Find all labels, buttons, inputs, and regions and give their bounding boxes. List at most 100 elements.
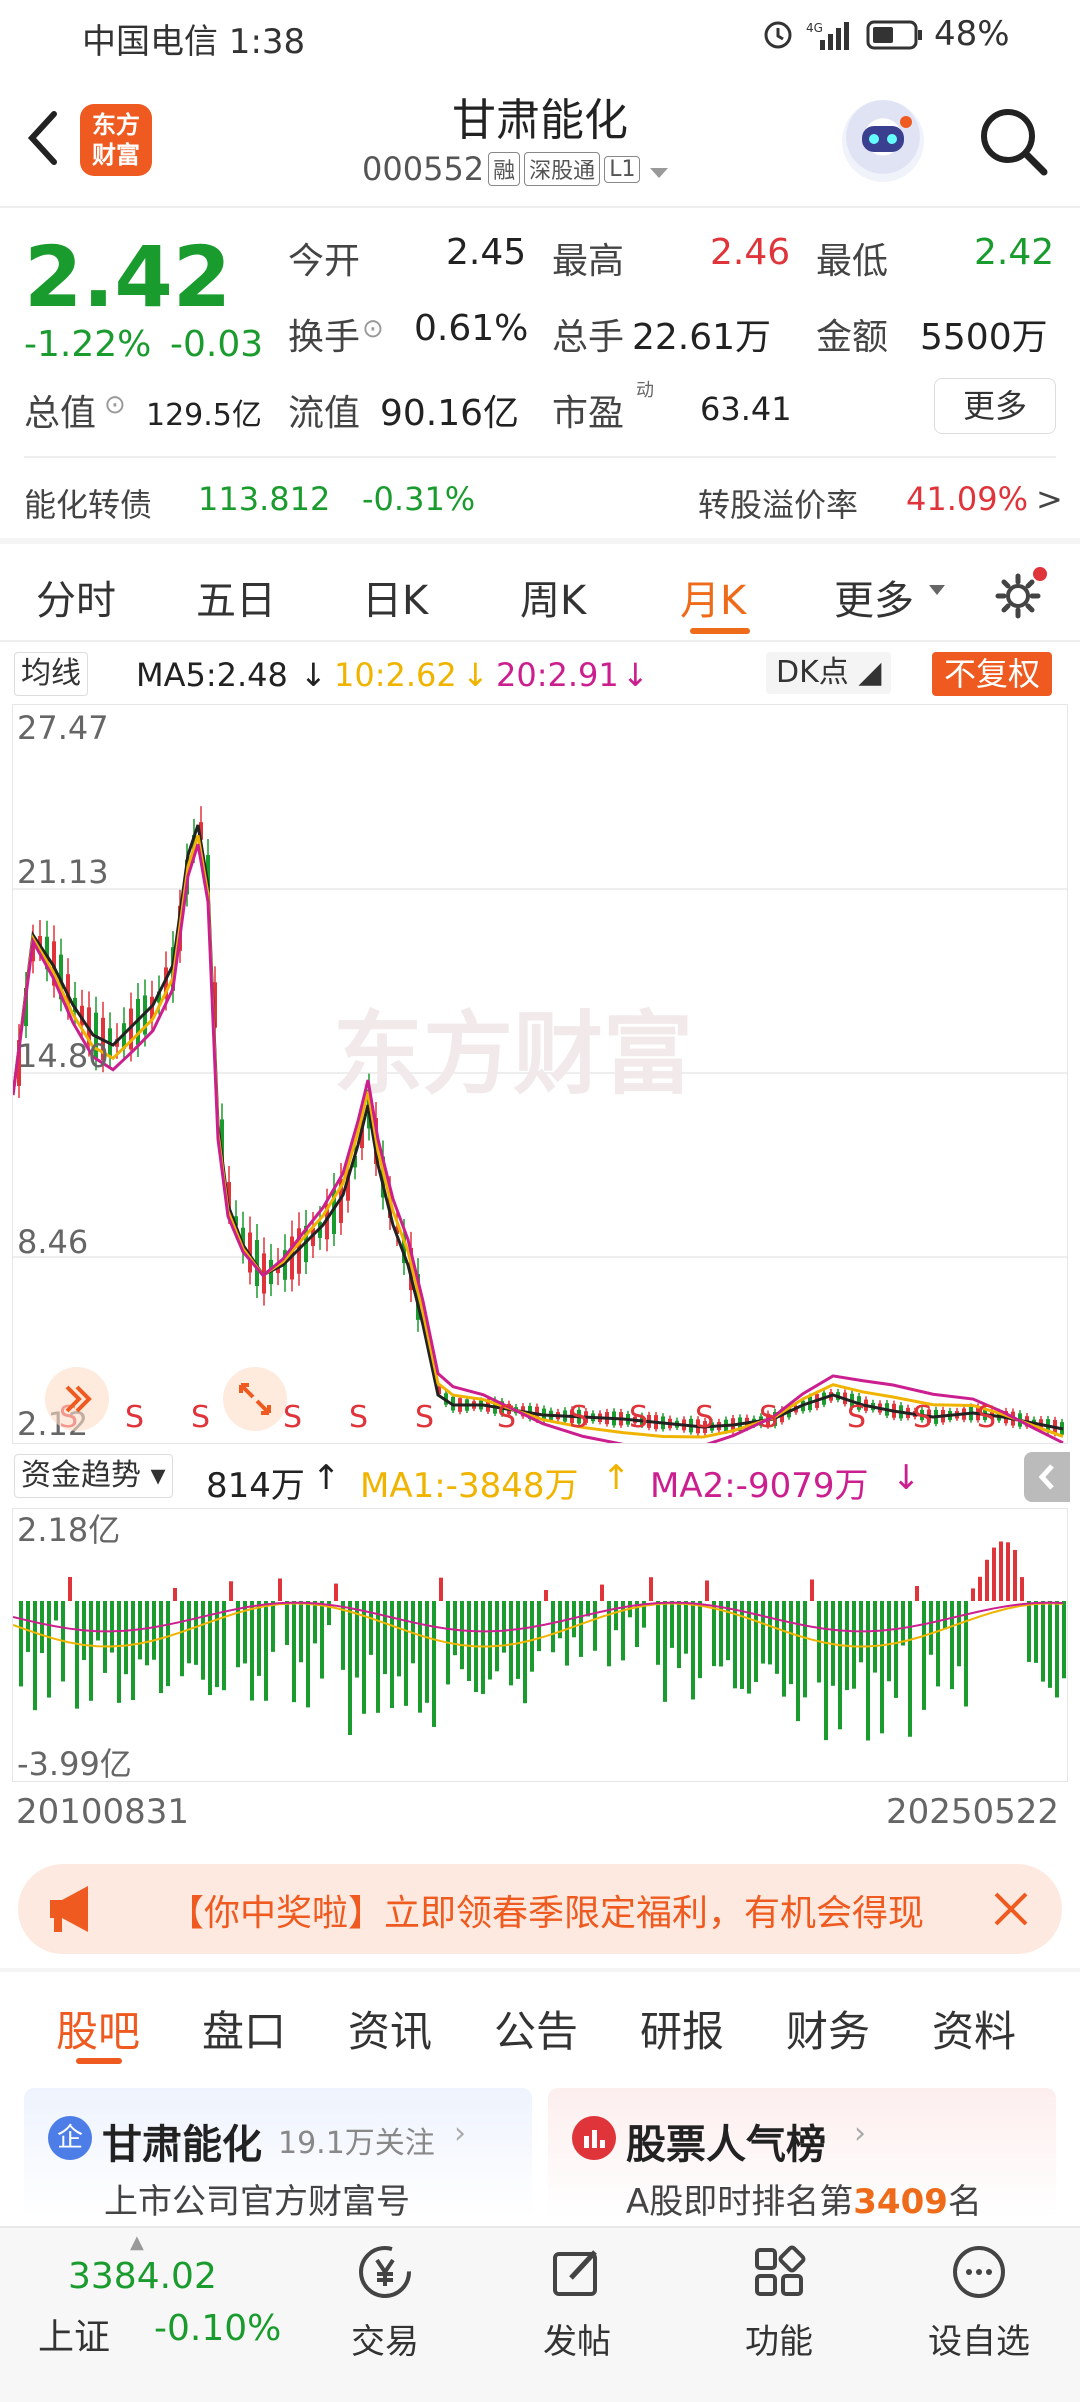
tab-announcements[interactable]: 公告 — [494, 1998, 578, 2059]
stock-code: 000552 — [362, 150, 485, 188]
tab-forum[interactable]: 股吧 — [56, 1998, 140, 2059]
fund-bar — [705, 1580, 709, 1601]
bond-name: 能化转债 — [24, 486, 153, 524]
adjust-button[interactable]: 不复权 — [932, 652, 1053, 696]
company-card-sub: 上市公司官方财富号 — [104, 2182, 410, 2222]
fund-bar — [1013, 1549, 1017, 1601]
watermark: 东方财富 — [333, 1002, 693, 1107]
app-logo: 东方 财富 — [80, 104, 152, 176]
tab-more[interactable]: 更多 — [834, 568, 914, 626]
post-button[interactable]: 发帖 — [522, 2240, 632, 2380]
fund-bar — [369, 1601, 373, 1655]
ranking-icon — [572, 2116, 616, 2160]
indicator-select[interactable]: 均线 — [14, 652, 88, 696]
back-icon[interactable] — [22, 108, 62, 172]
fund-bar — [901, 1601, 905, 1646]
fund-bar — [418, 1601, 422, 1713]
fund-bar — [999, 1541, 1003, 1601]
trade-yen-icon — [359, 2246, 411, 2298]
fund-bar — [915, 1586, 919, 1601]
sell-marker: S — [569, 1400, 588, 1435]
add-watchlist-button[interactable]: 设自选 — [914, 2240, 1044, 2380]
sell-marker: S — [977, 1400, 996, 1435]
expand-left-icon[interactable] — [45, 1367, 109, 1431]
chevron-right-icon: > — [1036, 480, 1063, 518]
fund-ma1: MA1:-3848万 — [360, 1466, 579, 1506]
tab-intraday[interactable]: 分时 — [36, 568, 116, 626]
fund-bar — [229, 1581, 233, 1601]
more-quote-button[interactable]: 更多 — [934, 378, 1056, 434]
fund-bar — [1055, 1601, 1059, 1698]
fund-bar — [306, 1601, 310, 1708]
tab-five-day[interactable]: 五日 — [196, 568, 276, 626]
section-tabs: 股吧 盘口 资讯 公告 研报 财务 资料 — [0, 1974, 1080, 2064]
sell-marker: S — [759, 1400, 778, 1435]
convertible-bond-row[interactable]: 能化转债 113.812 -0.31% 转股溢价率 41.09% > — [0, 460, 1080, 538]
fund-axis-bottom: -3.99亿 — [17, 1745, 132, 1781]
info-icon[interactable]: ⊙ — [104, 390, 126, 420]
fund-indicator-select[interactable]: 资金趋势 ▾ — [14, 1454, 173, 1498]
fund-bar — [271, 1601, 275, 1652]
volume-value: 22.61万 — [632, 317, 772, 358]
tab-monthly-k[interactable]: 月K — [680, 568, 746, 626]
fund-chart[interactable]: 2.18亿 -3.99亿 — [12, 1508, 1068, 1782]
fullscreen-icon[interactable] — [223, 1367, 287, 1431]
popularity-card[interactable]: 股票人气榜 › A股即时排名第3409名 — [548, 2088, 1056, 2222]
stock-name: 甘肃能化 — [452, 95, 628, 146]
dk-point-button[interactable]: DK点 ◢ — [766, 652, 892, 694]
settings-gear-icon[interactable] — [990, 564, 1050, 628]
ma-legend: 均线 MA5:2.48 ↓ 10:2.62 ↓ 20:2.91 ↓ DK点 ◢ … — [0, 648, 1080, 700]
promo-banner[interactable]: 【你中奖啦】立即领春季限定福利，有机会得现 — [18, 1864, 1062, 1954]
fund-bar — [880, 1601, 884, 1734]
fund-bar — [334, 1583, 338, 1601]
tab-profile[interactable]: 资料 — [932, 1998, 1016, 2059]
tab-weekly-k[interactable]: 周K — [520, 568, 586, 626]
megaphone-icon — [44, 1882, 104, 1940]
fund-bar — [194, 1601, 198, 1665]
close-icon[interactable] — [990, 1888, 1032, 1934]
fund-bar — [250, 1601, 254, 1701]
fund-bar — [1034, 1601, 1038, 1663]
fund-bar — [173, 1587, 177, 1601]
float-cap-value: 90.16亿 — [380, 393, 520, 434]
sell-marker: S — [497, 1400, 516, 1435]
company-card[interactable]: 企 甘肃能化 19.1万关注 › 上市公司官方财富号 — [24, 2088, 532, 2222]
sell-marker: S — [629, 1400, 648, 1435]
fund-bar — [593, 1601, 597, 1651]
fund-bar — [439, 1577, 443, 1601]
trade-button[interactable]: 交易 — [330, 2240, 440, 2380]
fund-bar — [425, 1601, 429, 1703]
date-end: 20250522 — [886, 1792, 1060, 1832]
tab-daily-k[interactable]: 日K — [362, 568, 428, 626]
quote-panel: 2.42 -1.22% -0.03 今开 2.45 最高 2.46 最低 2.4… — [0, 208, 1080, 458]
price-chart[interactable]: 东方财富 SSSSSSSSSSSSSS 27.47 21.13 14.80 8.… — [12, 704, 1068, 1444]
fund-bar — [775, 1601, 779, 1674]
functions-button[interactable]: 功能 — [724, 2240, 834, 2380]
fund-bar — [180, 1601, 184, 1677]
fund-bar — [740, 1601, 744, 1689]
tab-research[interactable]: 研报 — [640, 1998, 724, 2059]
svg-text:4G: 4G — [806, 21, 823, 35]
dropdown-icon[interactable] — [648, 150, 670, 188]
fund-bar — [348, 1601, 352, 1735]
trade-label: 交易 — [351, 2322, 419, 2362]
alarm-icon — [760, 16, 796, 56]
info-icon[interactable]: ⊙ — [362, 314, 384, 344]
pe-label: 市盈 — [552, 393, 625, 434]
functions-label: 功能 — [745, 2322, 813, 2362]
ma5-arrow: ↓ — [300, 656, 327, 694]
fund-bar — [222, 1601, 226, 1691]
fund-bar — [362, 1601, 366, 1714]
tab-news[interactable]: 资讯 — [348, 1998, 432, 2059]
tab-order-book[interactable]: 盘口 — [202, 1998, 286, 2059]
tag-level: L1 — [604, 155, 641, 183]
robot-avatar-icon[interactable] — [842, 100, 924, 182]
search-icon[interactable] — [978, 106, 1050, 182]
change-percent: -1.22% — [24, 324, 152, 365]
fund-bar — [264, 1601, 268, 1701]
ma10-arrow: ↓ — [462, 656, 489, 694]
collapse-panel-icon[interactable] — [1024, 1452, 1070, 1502]
fund-bar — [761, 1601, 765, 1664]
tab-finance[interactable]: 财务 — [786, 1998, 870, 2059]
ma5-line — [13, 824, 1064, 1431]
